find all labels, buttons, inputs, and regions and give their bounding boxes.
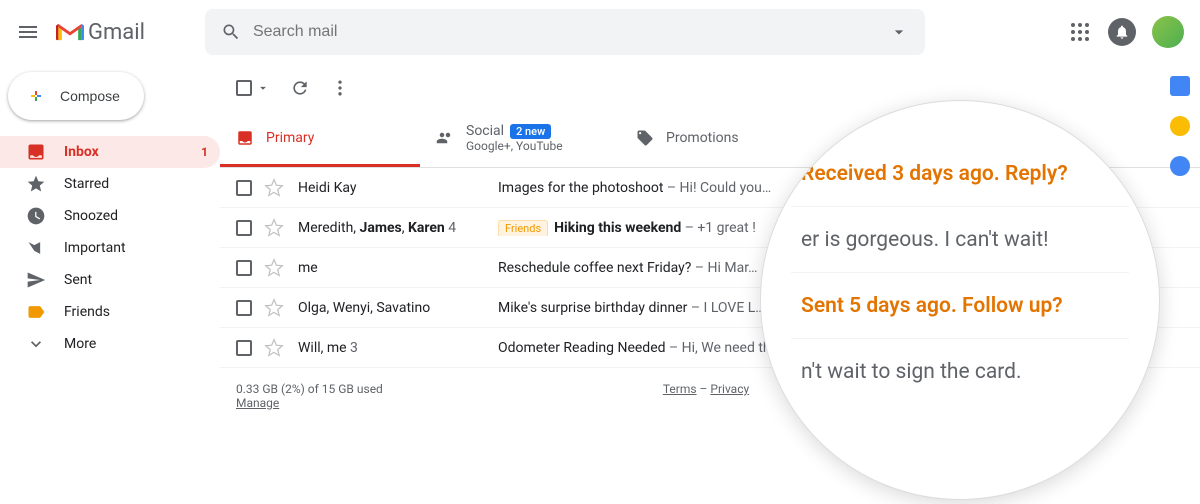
sidebar-item-more[interactable]: More xyxy=(0,328,220,360)
storage-text: 0.33 GB (2%) of 15 GB used xyxy=(236,382,383,396)
label-tag: Friends xyxy=(498,220,548,236)
inbox-icon xyxy=(236,129,254,147)
row-sender: Will, me 3 xyxy=(298,340,498,356)
nav-label: Starred xyxy=(64,176,109,192)
sidebar-item-snoozed[interactable]: Snoozed xyxy=(0,200,220,232)
right-side-panel xyxy=(1160,64,1200,464)
nav-label: More xyxy=(64,336,96,352)
row-sender: Meredith, James, Karen 4 xyxy=(298,220,498,236)
nudge-followup: Sent 5 days ago. Follow up? xyxy=(801,294,1063,318)
row-checkbox[interactable] xyxy=(236,300,252,316)
row-sender: Heidi Kay xyxy=(298,180,498,196)
tab-social[interactable]: Social 2 new Google+, YouTube xyxy=(420,112,620,167)
people-icon xyxy=(436,129,454,147)
app-name: Gmail xyxy=(88,20,145,45)
nav-label: Snoozed xyxy=(64,208,118,224)
nav-label: Friends xyxy=(64,304,110,320)
star-icon[interactable] xyxy=(264,218,284,238)
menu-icon[interactable] xyxy=(16,20,40,44)
tab-promotions-label: Promotions xyxy=(666,130,739,146)
calendar-icon[interactable] xyxy=(1170,76,1190,96)
nav-badge: 1 xyxy=(201,145,208,159)
sidebar-item-friends[interactable]: Friends xyxy=(0,296,220,328)
search-input[interactable] xyxy=(253,23,889,41)
compose-label: Compose xyxy=(60,88,120,104)
row-checkbox[interactable] xyxy=(236,180,252,196)
more-icon xyxy=(26,334,46,354)
tag-icon xyxy=(636,129,654,147)
row-checkbox[interactable] xyxy=(236,260,252,276)
tab-primary[interactable]: Primary xyxy=(220,112,420,167)
plus-icon xyxy=(24,84,48,108)
sidebar: Compose Inbox 1 Starred Snoozed Important Sen… xyxy=(0,64,220,504)
tab-primary-label: Primary xyxy=(266,130,314,146)
header: Gmail xyxy=(0,0,1200,64)
sidebar-item-important[interactable]: Important xyxy=(0,232,220,264)
compose-button[interactable]: Compose xyxy=(8,72,144,120)
select-all-checkbox[interactable] xyxy=(236,80,252,96)
label-icon xyxy=(26,302,46,322)
inbox-icon xyxy=(26,142,46,162)
social-new-badge: 2 new xyxy=(510,124,551,139)
nav-label: Important xyxy=(64,240,126,256)
row-sender: me xyxy=(298,260,498,276)
row-sender: Olga, Wenyi, Savatino xyxy=(298,300,498,316)
star-icon[interactable] xyxy=(264,338,284,358)
keep-icon[interactable] xyxy=(1170,116,1190,136)
apps-icon[interactable] xyxy=(1068,20,1092,44)
notifications-icon[interactable] xyxy=(1108,18,1136,46)
star-icon[interactable] xyxy=(264,258,284,278)
important-icon xyxy=(26,238,46,258)
sidebar-item-starred[interactable]: Starred xyxy=(0,168,220,200)
magnifier-overlay: Received 3 days ago. Reply? er is gorgeo… xyxy=(760,100,1160,500)
star-icon xyxy=(26,174,46,194)
more-icon[interactable] xyxy=(330,78,350,98)
search-icon xyxy=(221,22,241,42)
clock-icon xyxy=(26,206,46,226)
tab-social-label: Social xyxy=(466,123,504,139)
star-icon[interactable] xyxy=(264,178,284,198)
nudge-reply: Received 3 days ago. Reply? xyxy=(801,162,1068,186)
privacy-link[interactable]: Privacy xyxy=(710,382,749,396)
chevron-down-icon[interactable] xyxy=(256,81,270,95)
refresh-icon[interactable] xyxy=(290,78,310,98)
row-checkbox[interactable] xyxy=(236,220,252,236)
search-bar[interactable] xyxy=(205,9,925,55)
mag-snippet-1: er is gorgeous. I can't wait! xyxy=(801,228,1049,252)
sent-icon xyxy=(26,270,46,290)
search-options-icon[interactable] xyxy=(889,22,909,42)
account-avatar[interactable] xyxy=(1152,16,1184,48)
sidebar-item-sent[interactable]: Sent xyxy=(0,264,220,296)
terms-link[interactable]: Terms xyxy=(663,382,697,396)
tasks-icon[interactable] xyxy=(1170,156,1190,176)
gmail-logo[interactable]: Gmail xyxy=(56,20,145,45)
nav-label: Sent xyxy=(64,272,92,288)
nav-label: Inbox xyxy=(64,144,99,160)
manage-link[interactable]: Manage xyxy=(236,396,279,410)
sidebar-item-inbox[interactable]: Inbox 1 xyxy=(0,136,220,168)
tab-promotions[interactable]: Promotions xyxy=(620,112,820,167)
social-subtext: Google+, YouTube xyxy=(466,139,563,153)
star-icon[interactable] xyxy=(264,298,284,318)
row-checkbox[interactable] xyxy=(236,340,252,356)
toolbar xyxy=(220,64,1200,112)
mag-snippet-2: n't wait to sign the card. xyxy=(801,360,1022,384)
